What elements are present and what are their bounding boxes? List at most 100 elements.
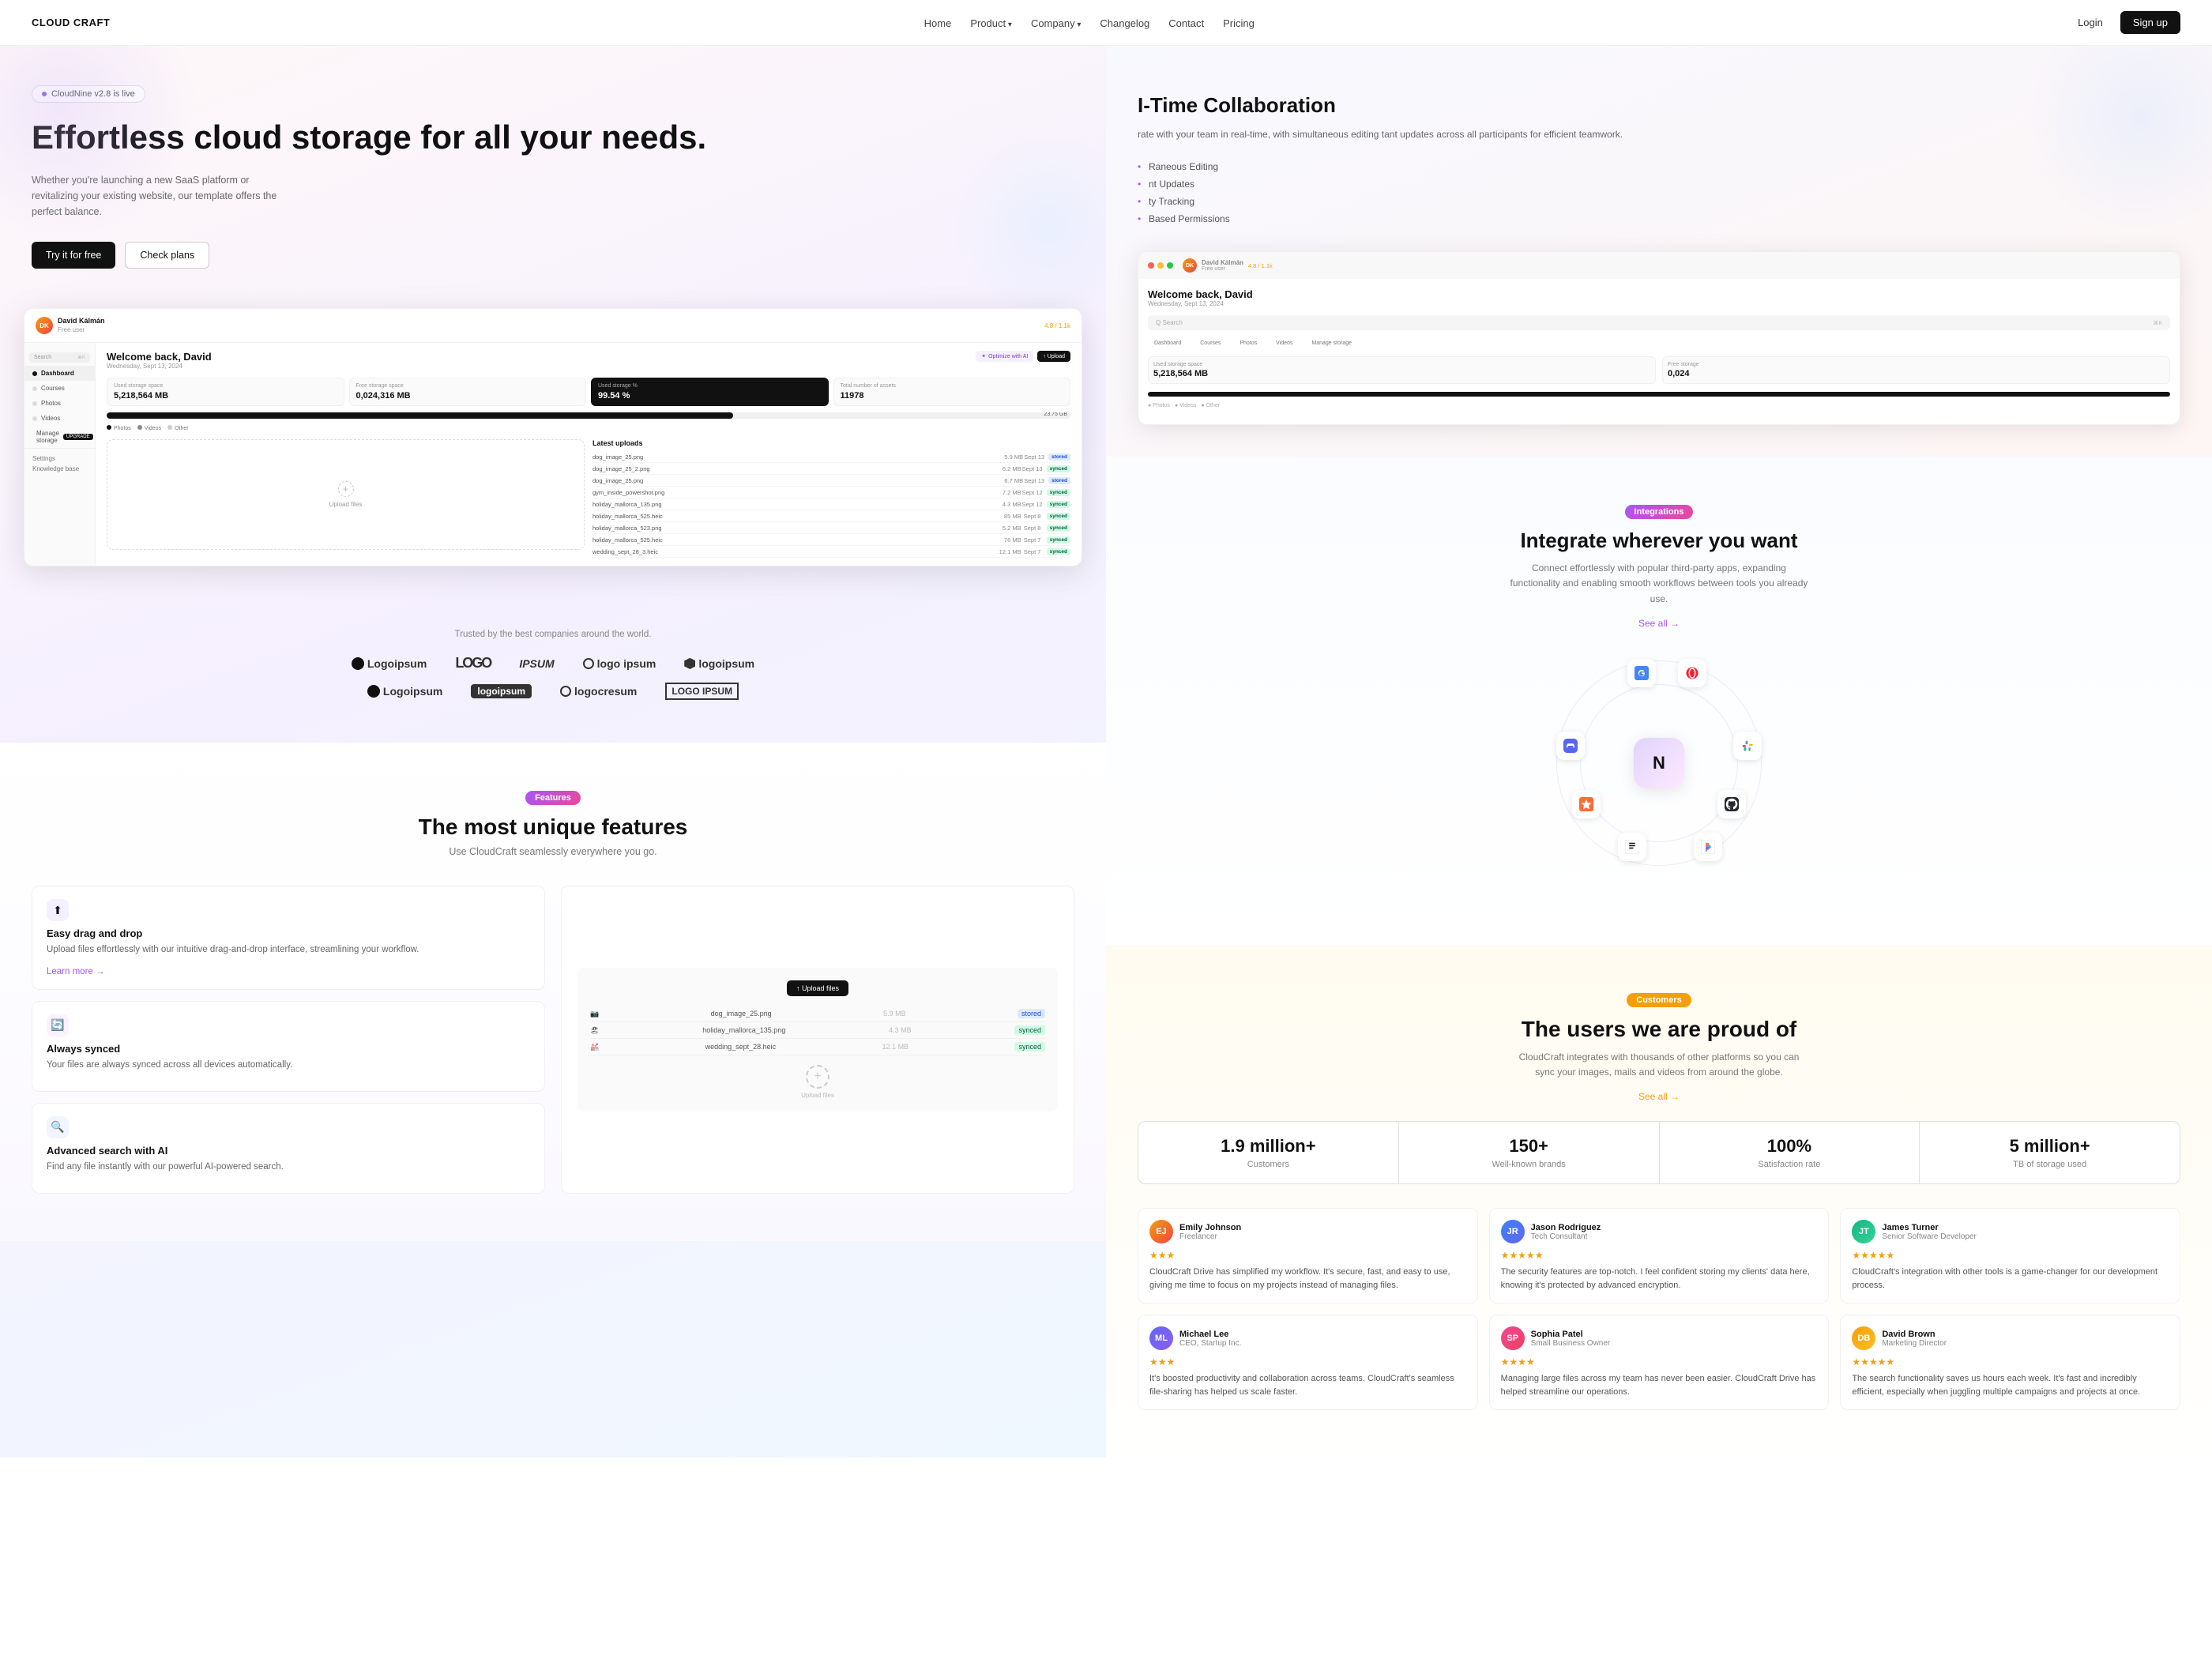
nav-links: Home Product Company Changelog Contact P… — [924, 17, 1255, 29]
nav-item-videos[interactable]: Videos — [24, 411, 95, 426]
logo-logo: LOGO — [455, 655, 491, 672]
int-icon-discord — [1556, 732, 1585, 760]
stat-free-label: Free storage space — [356, 383, 580, 389]
logo-logo-ipsum: LOGO IPSUM — [665, 683, 739, 700]
preview-upload-btn[interactable]: ↑ Upload files — [787, 980, 848, 996]
dash-preview-card: DK David Kálmán Free user 4.8 / 1.1k Wel… — [1138, 251, 2180, 425]
feature-preview: ↑ Upload files 📷 dog_image_25.png 5.9 MB… — [561, 886, 1074, 1194]
nav-item-pricing[interactable]: Pricing — [1223, 17, 1255, 29]
reviewer-role-james: Senior Software Developer — [1882, 1232, 1977, 1241]
reviewer-text-david: The search functionality saves us hours … — [1852, 1372, 2169, 1398]
dash-sidebar-bottom: Settings Knowledge base — [24, 448, 95, 479]
optimize-ai-button[interactable]: ✦ Optimize with AI — [976, 351, 1033, 362]
knowledge-link[interactable]: Knowledge base — [32, 465, 87, 472]
reviewer-text-sophia: Managing large files across my team has … — [1501, 1372, 1818, 1398]
reviewer-role-jason: Tech Consultant — [1531, 1232, 1601, 1241]
upload-status: synced — [1047, 536, 1070, 544]
feature-synced: 🔄 Always synced Your files are always sy… — [32, 1001, 545, 1092]
nav-item-contact[interactable]: Contact — [1168, 17, 1204, 29]
check-plans-button[interactable]: Check plans — [125, 242, 209, 269]
logo-ipsum: IPSUM — [519, 657, 554, 670]
review-card-jason: JR Jason Rodriguez Tech Consultant ★★★★★… — [1489, 1208, 1830, 1304]
reviewer-stars-james: ★★★★★ — [1852, 1250, 2169, 1261]
collab-feature-1: Raneous Editing — [1138, 158, 2180, 175]
reviewer-header-jason: JR Jason Rodriguez Tech Consultant — [1501, 1220, 1818, 1243]
nav-item-product[interactable]: Product — [970, 17, 1012, 29]
dash-rating: 4.8 / 1.1k — [1044, 322, 1070, 329]
optimize-ai-icon: ✦ — [981, 353, 986, 359]
features-section: Features The most unique features Use Cl… — [0, 743, 1106, 1241]
dpc-search[interactable]: Q Search ⌘K — [1148, 315, 2170, 330]
collab-features: Raneous Editing nt Updates ty Tracking B… — [1138, 158, 2180, 228]
stat-customers-lbl: Customers — [1151, 1160, 1386, 1169]
int-icon-notion — [1618, 833, 1646, 861]
reviewer-name-david: David Brown — [1882, 1330, 1947, 1339]
int-icon-github — [1717, 790, 1746, 818]
nav-dot — [32, 371, 37, 376]
hero-title: Effortless cloud storage for all your ne… — [32, 118, 1074, 156]
upload-status: synced — [1047, 489, 1070, 496]
upload-status: synced — [1047, 501, 1070, 508]
int-icon-slack — [1733, 732, 1762, 760]
reviewer-stars-sophia: ★★★★ — [1501, 1356, 1818, 1367]
reviewer-role-michael: CEO, Startup Inc. — [1179, 1339, 1241, 1348]
upload-status: synced — [1047, 548, 1070, 555]
preview-file-row: 🏖 holiday_mallorca_135.png 4.3 MB synced — [590, 1022, 1045, 1039]
dash-user-role: Free user — [58, 326, 105, 334]
review-card-david: DB David Brown Marketing Director ★★★★★ … — [1840, 1315, 2180, 1410]
upload-row: holiday_mallorca_135.png 4.3 MB Sept 12 … — [592, 498, 1070, 510]
nav-logo: CLOUD CRAFT — [32, 17, 110, 28]
integrations-badge: Integrations — [1625, 505, 1694, 519]
dpc-stat-free-val: 0,024 — [1668, 369, 2165, 378]
login-button[interactable]: Login — [2068, 12, 2112, 33]
nav-item-home[interactable]: Home — [924, 17, 952, 29]
signup-button[interactable]: Sign up — [2120, 11, 2180, 34]
nav-item-company[interactable]: Company — [1031, 17, 1081, 29]
review-card-emily: EJ Emily Johnson Freelancer ★★★ CloudCra… — [1138, 1208, 1478, 1304]
try-free-button[interactable]: Try it for free — [32, 242, 115, 269]
collab-section: I-Time Collaboration rate with your team… — [1106, 46, 2212, 457]
nav-item-dashboard[interactable]: Dashboard — [24, 366, 95, 381]
upload-prompt: Upload files — [329, 501, 363, 508]
upload-files-label: Upload files — [801, 1092, 834, 1099]
dash-welcome-date: Wednesday, Sept 13, 2024 — [107, 363, 212, 370]
nav-item-photos[interactable]: Photos — [24, 396, 95, 411]
upload-button[interactable]: ↑ Upload — [1037, 351, 1070, 362]
nav-item-changelog[interactable]: Changelog — [1100, 17, 1149, 29]
dpc-stat-free: Free storage 0,024 — [1662, 356, 2170, 384]
feature-link-drag[interactable]: Learn more → — [47, 967, 105, 976]
reviewer-name-michael: Michael Lee — [1179, 1330, 1241, 1339]
collab-feature-4: Based Permissions — [1138, 210, 2180, 228]
legend-photos: Photos — [107, 425, 131, 431]
feature-desc-drag: Upload files effortlessly with our intui… — [47, 943, 530, 957]
dpc-search-text: Q Search — [1156, 319, 1183, 326]
int-center-letter: N — [1653, 753, 1665, 773]
feature-desc-ai: Find any file instantly with our powerfu… — [47, 1161, 530, 1174]
stat-assets-label: Total number of assets — [841, 383, 1064, 389]
integrations-title: Integrate wherever you want — [1138, 529, 2180, 553]
integrations-see-all[interactable]: See all → — [1638, 618, 1680, 629]
feature-icon-sync: 🔄 — [47, 1014, 69, 1036]
reviewer-name-sophia: Sophia Patel — [1531, 1330, 1611, 1339]
nav-item-courses[interactable]: Courses — [24, 381, 95, 396]
reviewer-info-sophia: Sophia Patel Small Business Owner — [1531, 1330, 1611, 1348]
logo-logoipsum3: logoipsum — [471, 684, 532, 698]
upload-area[interactable]: + Upload files — [107, 439, 585, 550]
upload-plus-icon: + — [338, 481, 354, 497]
nav-item-manage-storage[interactable]: Manage storage UPGRADE — [24, 426, 95, 448]
settings-link[interactable]: Settings — [32, 455, 87, 462]
dash-sidebar: Search ⌘K Dashboard Courses Photos — [24, 343, 96, 566]
stat-pct-label: Used storage % — [598, 383, 822, 389]
customers-see-all[interactable]: See all → — [1638, 1091, 1680, 1102]
nav-dot — [32, 386, 37, 391]
upload-row: holiday_mallorca_525.heic 85 MB Sept 8 s… — [592, 510, 1070, 522]
dash-avatar: DK — [36, 317, 53, 334]
dpc-close-dot — [1148, 262, 1154, 269]
features-badge: Features — [525, 791, 581, 805]
customers-badge: Customers — [1627, 993, 1691, 1007]
reviewer-name-james: James Turner — [1882, 1223, 1977, 1232]
reviewer-stars-michael: ★★★ — [1149, 1356, 1466, 1367]
live-badge: CloudNine v2.8 is live — [32, 85, 145, 103]
dash-search[interactable]: Search ⌘K — [29, 352, 90, 363]
stat-customers-val: 1.9 million+ — [1151, 1136, 1386, 1157]
